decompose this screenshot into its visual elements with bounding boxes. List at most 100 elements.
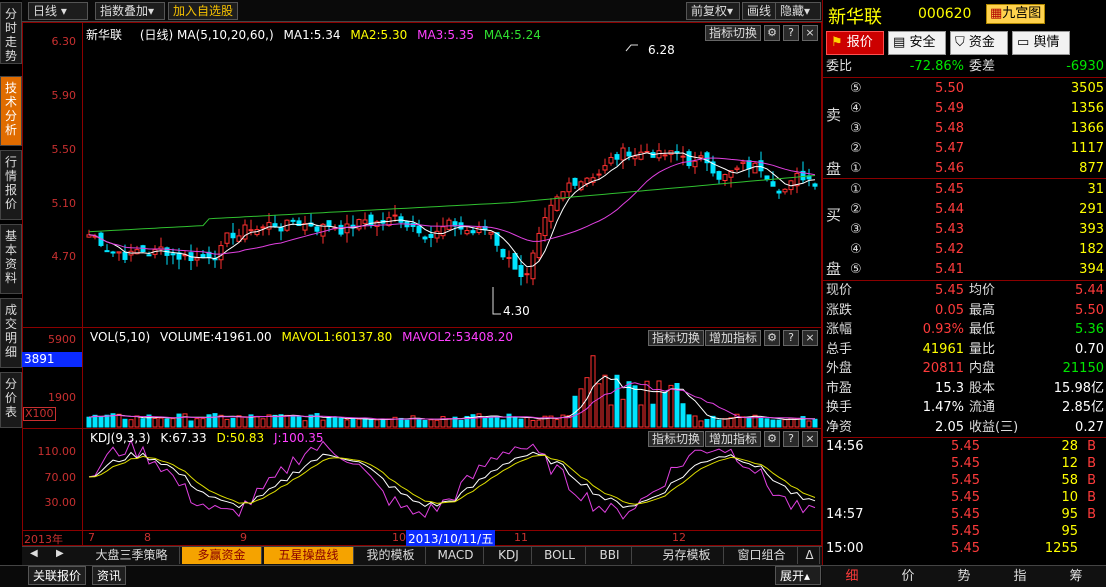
- high-marker: [625, 44, 638, 52]
- kdj-legend: KDJ(9,3,3) K:67.33 D:50.83 J:100.35: [90, 431, 324, 445]
- tab-strategy[interactable]: 大盘三季策略: [84, 547, 180, 564]
- tab-related-quote[interactable]: 关联报价: [28, 566, 87, 585]
- volume-bar: [290, 415, 296, 428]
- tab-kdj[interactable]: KDJ: [486, 547, 532, 564]
- delta-icon[interactable]: Δ: [800, 547, 820, 564]
- candle-body: [812, 183, 818, 187]
- tab-price-table[interactable]: 分价表: [0, 372, 22, 428]
- draw-line-button[interactable]: 画线: [742, 2, 777, 20]
- sell-volume: 1356: [1070, 101, 1104, 116]
- tick-price: 5.45: [951, 541, 980, 556]
- tick-volume: 58: [1061, 473, 1078, 488]
- stat-value: 0.70: [1075, 341, 1104, 357]
- kdj-d-value: D:50.83: [216, 431, 265, 445]
- add-favorite-button[interactable]: 加入自选股: [168, 2, 239, 20]
- window-combo-button[interactable]: 窗口组合: [726, 547, 798, 564]
- stat-label: 流通: [969, 400, 996, 415]
- tab-bbi[interactable]: BBI: [588, 547, 632, 564]
- add-indicator-button[interactable]: 增加指标: [705, 431, 762, 447]
- tab-trade-detail[interactable]: 成交明细: [0, 298, 22, 368]
- hide-label: 隐藏: [780, 4, 805, 18]
- nine-palace-button[interactable]: ▦九宫图: [986, 4, 1046, 24]
- overlay-select[interactable]: 指数叠加▾: [95, 2, 165, 20]
- close-icon[interactable]: ×: [802, 25, 818, 41]
- tab-macd[interactable]: MACD: [428, 547, 484, 564]
- sell-volume: 877: [1079, 161, 1104, 176]
- nav-trend[interactable]: 势: [936, 566, 992, 587]
- add-indicator-button[interactable]: 增加指标: [705, 330, 762, 346]
- mavol1-line: [88, 375, 815, 420]
- save-template-button[interactable]: 另存模板: [650, 547, 724, 564]
- candle-body: [248, 229, 254, 232]
- level-number: ⑤: [850, 81, 862, 96]
- volume-bar: [680, 403, 686, 428]
- quote-button[interactable]: ⚑ 报价: [826, 31, 884, 55]
- close-icon[interactable]: ×: [802, 330, 818, 346]
- tab-fund[interactable]: 多赢资金: [182, 547, 262, 564]
- cursor-date: 2013/10/11/五: [406, 530, 496, 547]
- candle-body: [146, 254, 152, 257]
- buy-price: 5.43: [935, 222, 964, 237]
- hide-select[interactable]: 隐藏▾: [775, 2, 821, 20]
- volume-unit: X100: [23, 407, 56, 421]
- help-button[interactable]: ?: [783, 330, 799, 346]
- help-button[interactable]: ?: [783, 25, 799, 41]
- scroll-left-icon[interactable]: ◀: [30, 548, 38, 559]
- tick-volume: 12: [1061, 456, 1078, 471]
- volume-bar: [752, 414, 758, 428]
- gear-icon[interactable]: ⚙: [764, 25, 780, 41]
- month-label: 12: [672, 531, 686, 544]
- stat-value: 5.36: [1075, 322, 1104, 337]
- scroll-right-icon[interactable]: ▶: [56, 548, 64, 559]
- stat-row: 总手 41961 量比 0.70: [824, 340, 1106, 360]
- tab-quote[interactable]: 行情报价: [0, 150, 22, 220]
- candle-body: [770, 181, 776, 187]
- fund-button[interactable]: ⛉ 资金: [950, 31, 1008, 55]
- tick-side: B: [1087, 473, 1096, 488]
- expand-label: 展开: [780, 569, 805, 583]
- tick-row: 5.45 12 B: [824, 455, 1106, 472]
- volume-bar: [506, 413, 512, 428]
- gear-icon[interactable]: ⚙: [764, 431, 780, 447]
- help-button[interactable]: ?: [783, 431, 799, 447]
- volume-bar: [722, 418, 728, 428]
- security-button[interactable]: ▤ 安全: [888, 31, 946, 55]
- restore-right-select[interactable]: 前复权▾: [686, 2, 740, 20]
- volume-bar: [296, 416, 302, 428]
- volume-bar: [404, 419, 410, 428]
- x-axis: 2013年 7 8 9 10 2013/10/11/五 11 12: [22, 530, 822, 547]
- volume-bar: [590, 355, 596, 428]
- indicator-switch-button[interactable]: 指标切换: [648, 431, 705, 447]
- tab-technical-analysis[interactable]: 技术分析: [0, 76, 22, 146]
- period-select[interactable]: 日线 ▾: [28, 2, 88, 20]
- gear-icon[interactable]: ⚙: [764, 330, 780, 346]
- volume-bar: [770, 419, 776, 428]
- fund-label: 资金: [968, 35, 995, 50]
- close-icon[interactable]: ×: [802, 431, 818, 447]
- volume-tick: 5900: [48, 333, 76, 346]
- volume-bar: [176, 413, 182, 428]
- tab-boll[interactable]: BOLL: [534, 547, 586, 564]
- stat-label: 市盈: [826, 380, 853, 396]
- tab-my-template[interactable]: 我的模板: [356, 547, 426, 564]
- month-label: 11: [514, 531, 528, 544]
- level-number: ③: [850, 222, 862, 237]
- tab-profile[interactable]: 基本资料: [0, 224, 22, 294]
- volume-bar: [488, 416, 494, 428]
- nav-detail[interactable]: 细: [824, 566, 880, 587]
- candle-body: [512, 253, 518, 270]
- sentiment-button[interactable]: ▭ 舆情: [1012, 31, 1070, 55]
- nav-index[interactable]: 指: [992, 566, 1048, 587]
- stat-value: 2.05: [935, 419, 964, 435]
- tab-five-star[interactable]: 五星操盘线: [264, 547, 354, 564]
- expand-button[interactable]: 展开▴: [775, 566, 821, 585]
- nav-chips[interactable]: 筹: [1048, 566, 1104, 587]
- tab-intraday[interactable]: 分时走势: [0, 2, 22, 64]
- sell-price: 5.47: [935, 141, 964, 156]
- candlestick-chart[interactable]: [83, 23, 821, 327]
- tab-news[interactable]: 资讯: [92, 566, 127, 585]
- indicator-switch-button[interactable]: 指标切换: [705, 25, 762, 41]
- nav-price[interactable]: 价: [880, 566, 936, 587]
- candle-body: [632, 155, 638, 160]
- indicator-switch-button[interactable]: 指标切换: [648, 330, 705, 346]
